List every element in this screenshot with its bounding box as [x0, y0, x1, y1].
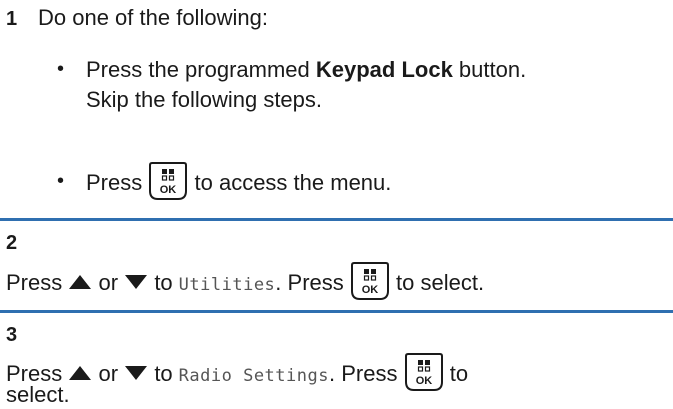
instruction-text: .	[275, 269, 282, 295]
option-text-part: to access the menu.	[194, 169, 392, 195]
down-arrow-icon	[124, 274, 148, 290]
option-text-part: Press the programmed	[86, 57, 316, 82]
instruction-text: Press	[6, 269, 63, 295]
step-instruction: Do one of the following:	[38, 5, 268, 30]
instruction-text: to	[154, 269, 173, 295]
option-text: Press the programmed Keypad Lock button.	[86, 56, 526, 84]
menu-ok-key-icon: OK	[148, 161, 188, 201]
step-number: 2	[6, 232, 18, 254]
bullet: •	[57, 58, 65, 80]
up-arrow-icon	[68, 365, 92, 381]
instruction-text: or	[98, 269, 119, 295]
option-text: Press OK to access the menu.	[86, 161, 392, 204]
step-number: 1	[6, 8, 18, 30]
instruction-text: to select.	[396, 269, 485, 295]
instruction-text: .	[328, 360, 336, 386]
menu-item-name: Radio Settings	[178, 365, 329, 386]
down-arrow-icon	[124, 365, 148, 381]
step-number: 3	[6, 324, 18, 346]
option-text-part: button.	[452, 57, 527, 82]
menu-ok-key-icon: OK	[350, 261, 390, 301]
svg-text:OK: OK	[160, 184, 177, 196]
instruction-text: to	[154, 360, 173, 386]
instruction-text: Press	[287, 269, 344, 295]
svg-text:OK: OK	[362, 284, 379, 296]
bullet: •	[57, 170, 65, 192]
keypad-lock-button-name: Keypad Lock	[315, 57, 453, 82]
step-instruction: select.	[6, 382, 70, 407]
step-divider	[0, 218, 673, 221]
option-text: Skip the following steps.	[86, 87, 323, 112]
option-text-part: Press	[86, 169, 143, 195]
instruction-text: to	[449, 360, 469, 386]
menu-ok-key-icon: OK	[404, 352, 444, 392]
instruction-text: or	[98, 360, 119, 386]
up-arrow-icon	[68, 274, 92, 290]
menu-item-name: Utilities	[178, 274, 276, 295]
step-divider	[0, 310, 673, 313]
svg-text:OK: OK	[415, 375, 432, 387]
instruction-text: Press	[341, 360, 398, 386]
step-instruction: Press or to Radio Settings. Press OK to	[6, 352, 469, 395]
step-instruction: Press or to Utilities. Press OK to select…	[6, 261, 485, 304]
